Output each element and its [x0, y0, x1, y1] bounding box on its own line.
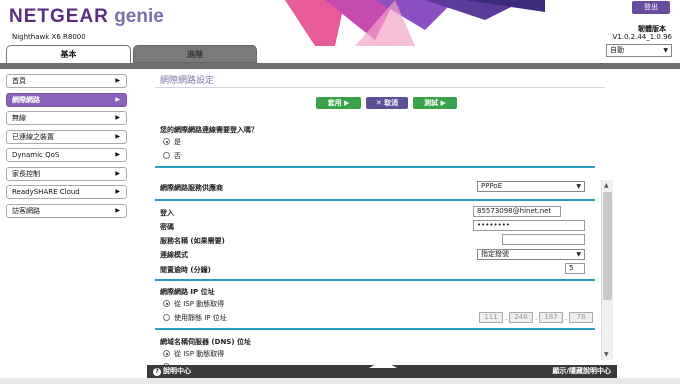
section-divider: [155, 166, 595, 168]
sidebar-item-label: 網際網路: [12, 95, 40, 104]
ip-dot: .: [565, 314, 568, 322]
connection-mode-select[interactable]: 指定撥號 ▼: [477, 249, 585, 260]
brand-suffix: genie: [114, 6, 164, 27]
scroll-down-icon[interactable]: ▼: [604, 351, 609, 358]
chevron-right-icon: ▶: [115, 95, 120, 103]
sidebar-item-wireless[interactable]: 無線 ▶: [6, 111, 127, 125]
sidebar-item-home[interactable]: 首頁 ▶: [6, 74, 127, 88]
main-panel: 網際網路設定 套用 ▶ ✕ 取消 測試 ▶ 您的網際網路連線需要登入嗎？ 是 否…: [147, 69, 617, 370]
ip-octet-1[interactable]: 111: [479, 312, 503, 323]
section-divider: [155, 279, 595, 281]
help-center-link[interactable]: ? 說明中心: [153, 365, 191, 378]
ip-section-title: 網際網路 IP 位址: [160, 288, 215, 296]
help-footer: ? 說明中心 顯示/隱藏說明中心: [147, 360, 617, 378]
isp-select[interactable]: PPPoE ▼: [477, 181, 585, 192]
isp-label: 網際網路服務供應商: [160, 184, 223, 192]
dropdown-arrow-icon: ▼: [576, 251, 581, 258]
cancel-button[interactable]: ✕ 取消: [366, 97, 408, 109]
login-question: 您的網際網路連線需要登入嗎？: [160, 126, 258, 134]
connection-mode-value: 指定撥號: [481, 250, 509, 258]
ip-dynamic-label: 從 ISP 動態取得: [174, 300, 225, 308]
sidebar-item-label: 無線: [12, 114, 26, 122]
chevron-right-icon: ▶: [115, 206, 120, 214]
model-name: Nighthawk X6 R8000: [12, 33, 86, 41]
netgear-genie-window: NETGEAR genie Nighthawk X6 R8000 登出 韌體版本…: [0, 0, 680, 384]
sidebar-item-readyshare-cloud[interactable]: ReadySHARE Cloud ▶: [6, 185, 127, 199]
password-label: 密碼: [160, 223, 174, 231]
sidebar-item-attached-devices[interactable]: 已連線之裝置 ▶: [6, 129, 127, 144]
login-no-label: 否: [174, 152, 181, 160]
password-input[interactable]: ••••••••: [473, 220, 585, 231]
dns-section-title: 網域名稱伺服器 (DNS) 位址: [160, 338, 251, 346]
tab-advanced[interactable]: 進階: [133, 45, 257, 63]
header-decoration-graphic: [285, 0, 545, 46]
ip-dot: .: [535, 314, 538, 322]
sidebar-item-label: Dynamic QoS: [12, 151, 60, 159]
scrollbar-thumb[interactable]: [603, 192, 612, 300]
chevron-right-icon: ▶: [115, 151, 120, 158]
expand-arrow-icon[interactable]: [369, 360, 397, 368]
idle-timeout-label: 閒置逾時 (分鐘): [160, 266, 211, 274]
ip-octet-3[interactable]: 187: [539, 312, 563, 323]
sidebar-item-label: ReadySHARE Cloud: [12, 188, 80, 196]
service-name-input[interactable]: [502, 234, 585, 245]
scroll-up-icon[interactable]: ▲: [604, 182, 609, 189]
login-no-radio[interactable]: [163, 152, 170, 159]
sidebar-item-label: 訪客網路: [12, 206, 40, 215]
sidebar-item-dynamic-qos[interactable]: Dynamic QoS ▶: [6, 148, 127, 162]
test-button[interactable]: 測試 ▶: [413, 97, 457, 109]
idle-timeout-input[interactable]: 5: [565, 263, 585, 274]
sidebar: 首頁 ▶ 網際網路 ▶ 無線 ▶ 已連線之裝置 ▶ Dynamic QoS ▶ …: [6, 74, 127, 222]
login-label: 登入: [160, 209, 174, 217]
chevron-right-icon: ▶: [115, 169, 120, 177]
sidebar-item-internet[interactable]: 網際網路 ▶: [6, 92, 127, 107]
sidebar-item-guest-network[interactable]: 訪客網路 ▶: [6, 203, 127, 218]
ip-octet-2[interactable]: 248: [509, 312, 533, 323]
dns-dynamic-label: 從 ISP 動態取得: [174, 350, 225, 358]
chevron-right-icon: ▶: [115, 77, 120, 84]
chevron-right-icon: ▶: [115, 114, 120, 121]
ip-dynamic-radio[interactable]: [163, 300, 170, 307]
login-input[interactable]: 85573098@hinet.net: [473, 206, 561, 217]
tab-basic[interactable]: 基本: [6, 45, 131, 63]
dns-dynamic-radio[interactable]: [163, 350, 170, 357]
content-scrollbar[interactable]: ▲ ▼: [601, 180, 613, 360]
sidebar-item-label: 首頁: [12, 77, 26, 85]
chevron-right-icon: ▶: [115, 188, 120, 195]
ip-dot: .: [505, 314, 508, 322]
language-value: 自動: [610, 46, 624, 54]
apply-button[interactable]: 套用 ▶: [316, 97, 361, 109]
section-divider: [155, 328, 595, 330]
service-name-label: 服務名稱 (如果需要): [160, 237, 225, 245]
connection-mode-label: 連線模式: [160, 251, 188, 259]
isp-select-value: PPPoE: [481, 182, 503, 190]
footer-shadow: [0, 378, 680, 384]
login-yes-radio[interactable]: [163, 138, 170, 145]
login-yes-label: 是: [174, 138, 181, 146]
brand-text: NETGEAR: [9, 6, 109, 27]
help-center-label: 說明中心: [163, 367, 191, 375]
netgear-logo: NETGEAR genie: [9, 6, 164, 28]
language-select[interactable]: 自動 ▼: [606, 44, 672, 57]
show-hide-help-link[interactable]: 顯示/隱藏說明中心: [552, 365, 611, 378]
dropdown-arrow-icon: ▼: [576, 183, 581, 190]
ip-static-label: 使用靜態 IP 位址: [174, 314, 227, 322]
title-divider: [155, 87, 605, 88]
firmware-version: V1.0.2.44_1.0.96: [612, 33, 673, 41]
logout-button[interactable]: 登出: [632, 1, 670, 14]
sidebar-item-parental-controls[interactable]: 家長控制 ▶: [6, 166, 127, 181]
ip-octet-4[interactable]: 78: [569, 312, 593, 323]
sidebar-item-label: 家長控制: [12, 169, 40, 178]
ip-static-radio[interactable]: [163, 314, 170, 321]
chevron-right-icon: ▶: [115, 132, 120, 140]
help-icon: ?: [153, 368, 161, 376]
dropdown-arrow-icon: ▼: [663, 47, 668, 54]
sidebar-item-label: 已連線之裝置: [12, 132, 54, 141]
page-title: 網際網路設定: [160, 76, 215, 86]
section-divider: [155, 199, 595, 201]
